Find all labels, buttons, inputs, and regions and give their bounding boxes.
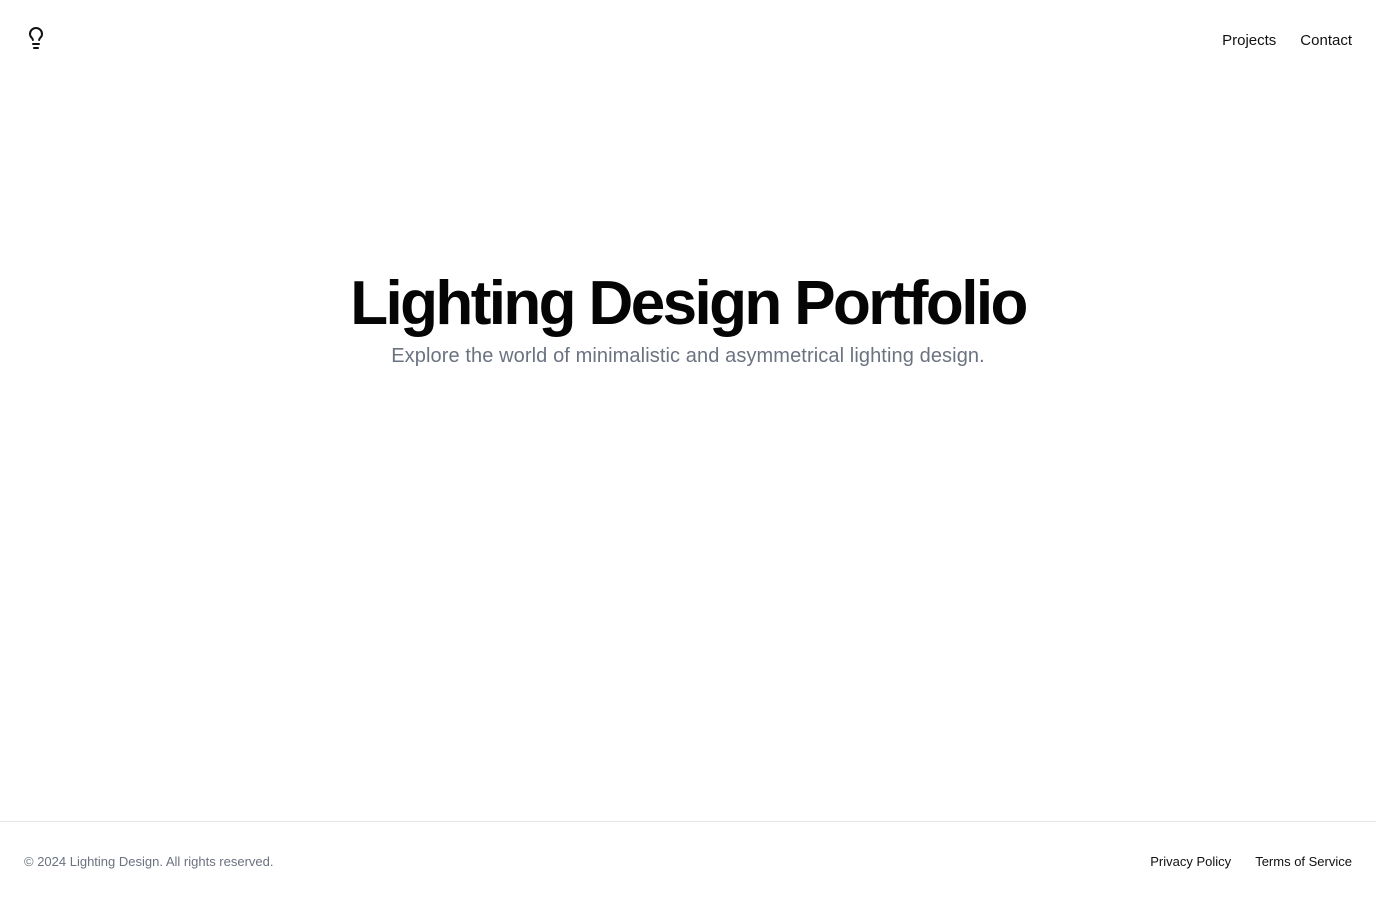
nav-link-projects[interactable]: Projects	[1222, 32, 1276, 49]
lightbulb-icon	[24, 26, 48, 55]
main-nav: Projects Contact	[1222, 32, 1352, 49]
site-footer: © 2024 Lighting Design. All rights reser…	[0, 821, 1376, 901]
nav-link-contact[interactable]: Contact	[1300, 32, 1352, 49]
home-logo-link[interactable]	[24, 26, 48, 55]
page-subtitle: Explore the world of minimalistic and as…	[391, 345, 985, 367]
footer-links: Privacy Policy Terms of Service	[1150, 854, 1352, 869]
hero-section: Lighting Design Portfolio Explore the wo…	[0, 268, 1376, 370]
page: Projects Contact Lighting Design Portfol…	[0, 0, 1376, 901]
privacy-policy-link[interactable]: Privacy Policy	[1150, 854, 1231, 869]
top-header: Projects Contact	[0, 0, 1376, 80]
terms-of-service-link[interactable]: Terms of Service	[1255, 854, 1352, 869]
page-title: Lighting Design Portfolio	[350, 269, 1028, 338]
copyright-text: © 2024 Lighting Design. All rights reser…	[24, 854, 274, 869]
